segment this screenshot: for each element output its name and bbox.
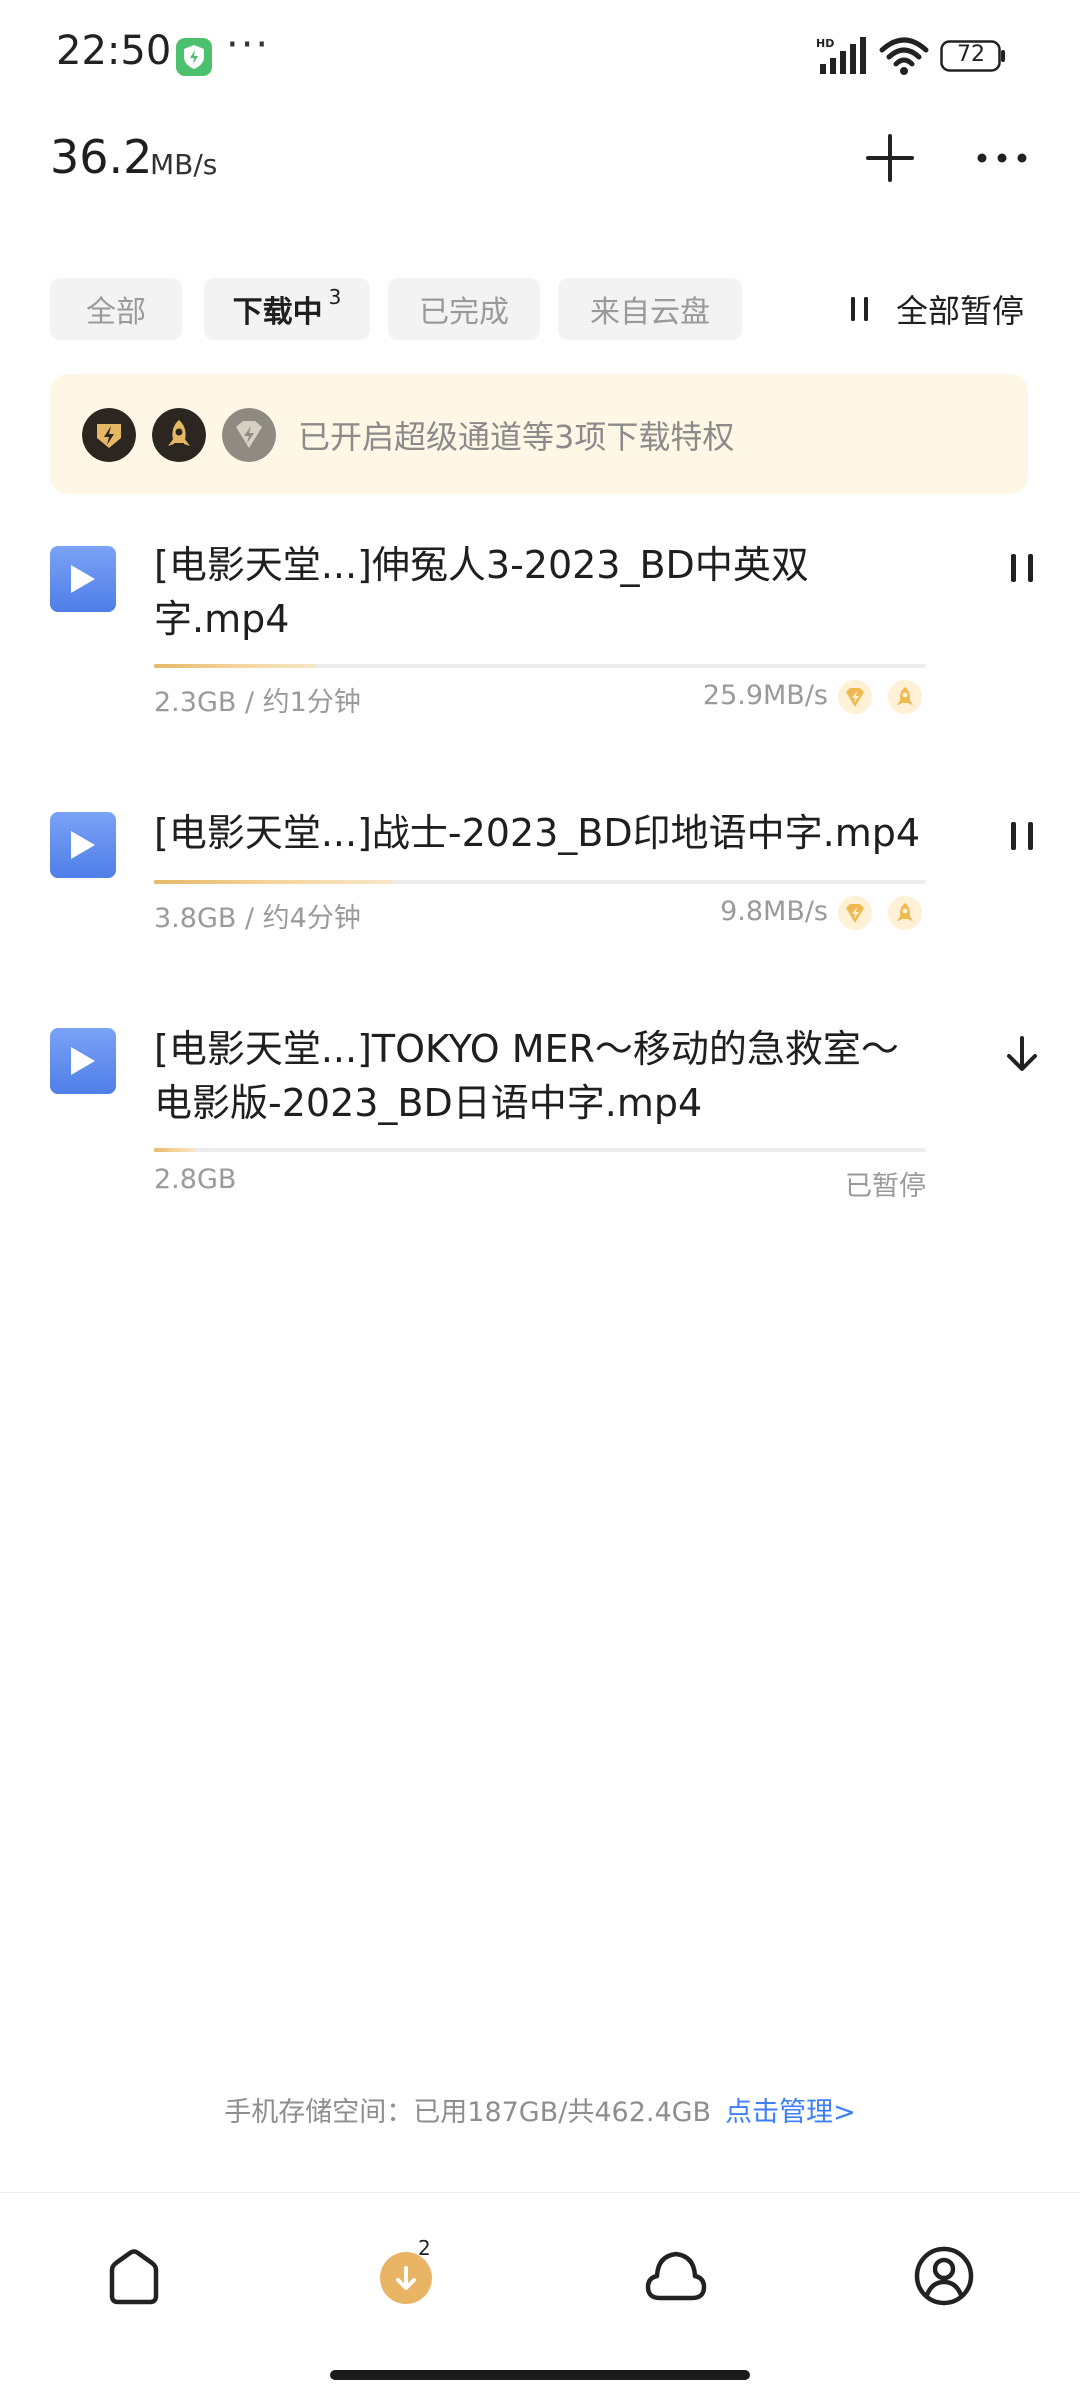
play-icon	[71, 565, 95, 593]
play-icon	[71, 1047, 95, 1075]
battery-level: 72	[957, 42, 985, 67]
progress-fill	[154, 1148, 197, 1152]
download-count-badge: 2	[418, 2236, 431, 2260]
total-speed-value: 36.2	[50, 130, 153, 184]
play-icon	[71, 831, 95, 859]
speed-badge-icon	[222, 408, 276, 462]
download-title[interactable]: [电影天堂...]伸冤人3-2023_BD中英双字.mp4	[154, 538, 934, 646]
wifi-icon	[879, 37, 929, 75]
tab-downloading-count: 3	[328, 285, 342, 309]
pause-icon[interactable]	[1000, 546, 1044, 590]
home-indicator	[330, 2370, 750, 2380]
tab-cloud-label: 来自云盘	[590, 295, 710, 330]
tab-all-label: 全部	[86, 295, 146, 330]
video-file-icon[interactable]	[50, 546, 116, 612]
progress-fill	[154, 664, 317, 668]
speed-privilege-icon	[838, 896, 872, 930]
pause-all-icon	[851, 297, 868, 321]
svg-text:HD: HD	[816, 37, 834, 50]
shield-icon	[176, 38, 212, 76]
pause-icon[interactable]	[1000, 814, 1044, 858]
banner-text: 已开启超级通道等3项下载特权	[298, 418, 735, 456]
download-status: 已暂停	[845, 1171, 926, 1202]
profile-icon[interactable]	[908, 2240, 980, 2312]
nav-divider	[0, 2192, 1080, 2193]
download-progress	[154, 664, 926, 668]
pause-all-button[interactable]: 全部暂停	[848, 284, 1024, 334]
rocket-privilege-icon	[888, 896, 922, 930]
rocket-privilege-icon	[888, 680, 922, 714]
speed-privilege-icon	[838, 680, 872, 714]
video-file-icon[interactable]	[50, 812, 116, 878]
status-more-dots: ···	[226, 22, 271, 68]
cloud-icon[interactable]	[640, 2240, 712, 2312]
lightning-badge-icon	[82, 408, 136, 462]
download-size: 2.3GB / 约1分钟	[154, 687, 361, 718]
tab-all[interactable]: 全部	[50, 278, 182, 340]
tab-completed-label: 已完成	[419, 295, 509, 330]
progress-fill	[154, 880, 394, 884]
pause-all-label: 全部暂停	[896, 292, 1025, 330]
tab-cloud[interactable]: 来自云盘	[558, 278, 742, 340]
download-size: 2.8GB	[154, 1164, 237, 1195]
total-speed-unit: MB/s	[150, 148, 218, 181]
storage-text: 手机存储空间：已用187GB/共462.4GB	[224, 2097, 712, 2128]
tab-completed[interactable]: 已完成	[388, 278, 540, 340]
download-icon[interactable]	[1000, 1032, 1044, 1076]
download-title[interactable]: [电影天堂...]战士-2023_BD印地语中字.mp4	[154, 806, 934, 860]
download-progress	[154, 880, 926, 884]
status-time: 22:50	[56, 28, 172, 74]
tab-downloading-label: 下载中	[232, 295, 323, 330]
video-file-icon[interactable]	[50, 1028, 116, 1094]
download-title[interactable]: [电影天堂...]TOKYO MER～移动的急救室～电影版-2023_BD日语中…	[154, 1022, 934, 1130]
manage-storage-link[interactable]: 点击管理>	[725, 2097, 856, 2128]
download-speed: 9.8MB/s	[720, 896, 828, 927]
rocket-badge-icon	[152, 408, 206, 462]
tab-downloading[interactable]: 下载中 3	[204, 278, 370, 340]
home-icon[interactable]	[98, 2240, 170, 2312]
download-icon[interactable]	[370, 2240, 442, 2312]
storage-info: 手机存储空间：已用187GB/共462.4GB 点击管理>	[0, 2090, 1080, 2129]
download-speed: 25.9MB/s	[702, 680, 828, 711]
download-progress	[154, 1148, 926, 1152]
signal-icon: HD	[816, 37, 866, 74]
plus-icon[interactable]	[862, 130, 918, 186]
download-size: 3.8GB / 约4分钟	[154, 903, 361, 934]
more-icon[interactable]	[972, 130, 1032, 186]
